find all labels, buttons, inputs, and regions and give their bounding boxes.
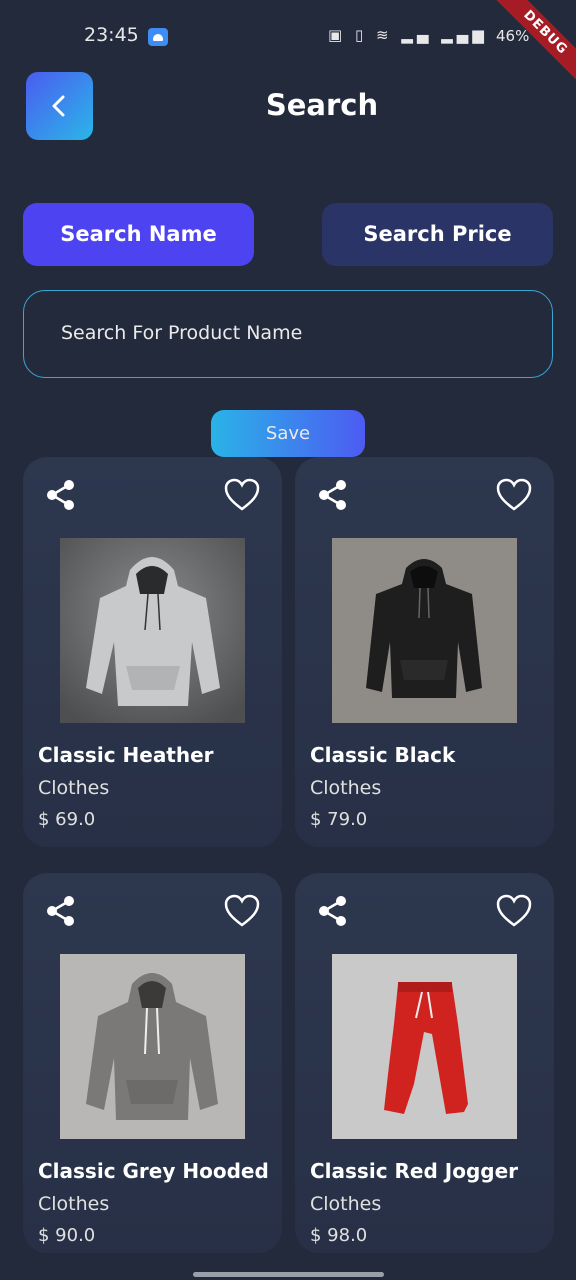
product-name: Classic Heather [38,743,214,767]
page-title: Search [265,88,379,122]
share-icon[interactable] [43,893,79,929]
product-category: Clothes [310,1193,382,1215]
product-card[interactable]: Classic Black Clothes $ 79.0 [295,457,554,847]
favorite-heart-icon[interactable] [223,893,261,929]
product-price: $ 90.0 [38,1225,96,1246]
product-category: Clothes [310,777,382,799]
product-price: $ 69.0 [38,809,96,830]
product-image-grey-hooded [60,954,245,1139]
product-image-red-jogger [332,954,517,1139]
favorite-heart-icon[interactable] [495,893,533,929]
search-name-tab[interactable]: Search Name [23,203,254,266]
share-icon[interactable] [315,893,351,929]
product-card[interactable]: Classic Red Jogger Clothes $ 98.0 [295,873,554,1253]
product-name: Classic Black [310,743,456,767]
search-price-tab[interactable]: Search Price [322,203,553,266]
product-image-black-hoodie [332,538,517,723]
search-input[interactable] [61,322,521,344]
product-image-grey-hoodie [60,538,245,723]
favorite-heart-icon[interactable] [223,477,261,513]
search-field[interactable] [23,290,553,378]
product-price: $ 79.0 [310,809,368,830]
debug-banner: DEBUG [484,0,576,94]
share-icon[interactable] [315,477,351,513]
android-icon [148,28,168,46]
save-button[interactable]: Save [211,410,365,457]
share-icon[interactable] [43,477,79,513]
product-card[interactable]: Classic Grey Hooded Clothes $ 90.0 [23,873,282,1253]
product-name: Classic Red Jogger [310,1159,518,1183]
favorite-heart-icon[interactable] [495,477,533,513]
home-indicator[interactable] [193,1272,384,1277]
status-bar: 23:45 ▣ ▯ ≋ ▂▄ ▂▄▆ 46% DEBUG [0,0,576,94]
product-category: Clothes [38,777,110,799]
status-icons: ▣ ▯ ≋ ▂▄ ▂▄▆ [328,26,488,44]
battery-level: 46% [496,27,530,45]
product-category: Clothes [38,1193,110,1215]
product-price: $ 98.0 [310,1225,368,1246]
product-name: Classic Grey Hooded [38,1159,269,1183]
product-card[interactable]: Classic Heather Clothes $ 69.0 [23,457,282,847]
status-time: 23:45 [84,24,139,46]
